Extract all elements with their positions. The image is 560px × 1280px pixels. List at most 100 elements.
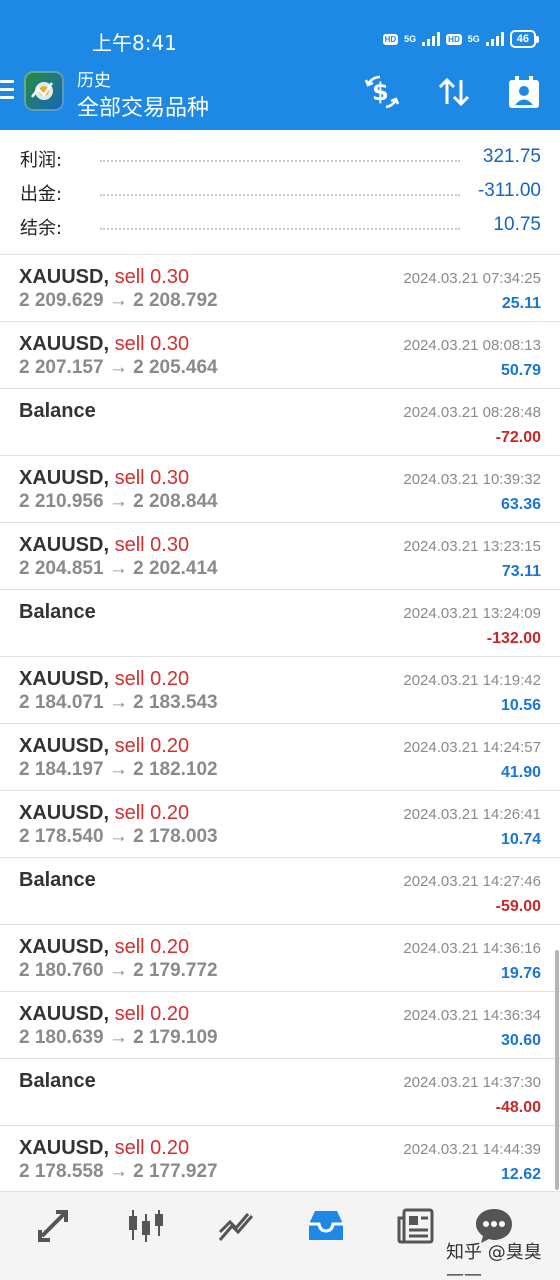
sort-button[interactable] [436,74,472,110]
balance-row[interactable]: Balance 2024.03.21 14:37:30 -48.00 [0,1058,560,1125]
menu-icon[interactable] [0,80,14,100]
deal-prices: 2 210.956 → 2 208.844 [19,491,218,513]
summary-block: 利润: 321.75 出金: -311.00 结余: 10.75 [0,140,560,242]
nav-trade[interactable] [216,1206,256,1246]
balance-row[interactable]: Balance 2024.03.21 13:24:09 -132.00 [0,589,560,656]
scrollbar[interactable] [555,950,559,1190]
deal-row[interactable]: XAUUSD, sell 0.20 2 184.197 → 2 182.102 20… [0,723,560,790]
deal-side: sell 0.20 [114,1137,190,1159]
deal-row[interactable]: XAUUSD, sell 0.30 2 207.157 → 2 205.464 20… [0,321,560,388]
deal-side: sell 0.20 [114,735,190,757]
deal-profit: 73.11 [501,563,541,580]
open-price: 2 180.639 [19,1027,104,1048]
close-price: 2 205.464 [133,357,218,378]
deal-symbol: XAUUSD [19,936,104,958]
deal-profit: 63.36 [500,496,541,513]
deal-profit: -72.00 [495,429,541,446]
deposit-withdraw-button[interactable]: $ [364,74,400,110]
deal-symbol-line: XAUUSD, sell 0.30 [19,534,189,557]
header-title[interactable]: 全部交易品种 [77,90,209,122]
app-header: 上午8:41 HD 5G HD 5G 46 历史 全部交易品种 $ [0,0,560,130]
chart-icon [129,1210,163,1242]
open-price: 2 210.956 [19,491,104,512]
close-price: 2 183.543 [133,692,218,713]
deal-symbol: XAUUSD [19,534,104,556]
deal-symbol: Balance [19,1070,96,1092]
deal-profit: 30.60 [500,1032,541,1049]
deal-datetime: 2024.03.21 08:08:13 [403,337,541,354]
summary-withdrawal-row: 出金: -311.00 [0,174,560,208]
deal-symbol-line: XAUUSD, sell 0.30 [19,467,189,490]
balance-row[interactable]: Balance 2024.03.21 14:27:46 -59.00 [0,857,560,924]
arrow-icon: → [108,1027,128,1048]
app-logo [24,71,64,111]
deal-row[interactable]: XAUUSD, sell 0.20 2 178.558 → 2 177.927 20… [0,1125,560,1192]
arrow-icon: → [108,491,128,512]
deal-row[interactable]: XAUUSD, sell 0.30 2 204.851 → 2 202.414 20… [0,522,560,589]
calendar-person-icon [509,76,539,108]
deal-symbol: Balance [19,869,96,891]
arrow-icon: → [108,692,128,713]
deal-symbol-line: Balance [19,601,96,624]
deal-separator: , [103,266,110,288]
close-price: 2 179.772 [133,960,218,981]
deal-prices: 2 180.639 → 2 179.109 [19,1027,218,1049]
deal-symbol: XAUUSD [19,1003,104,1025]
summary-label: 出金: [20,184,63,205]
deal-row[interactable]: XAUUSD, sell 0.20 2 180.760 → 2 179.772 20… [0,924,560,991]
deal-row[interactable]: XAUUSD, sell 0.20 2 178.540 → 2 178.003 20… [0,790,560,857]
deal-datetime: 2024.03.21 14:19:42 [403,672,541,689]
news-icon [397,1208,434,1244]
arrow-icon: → [108,759,128,780]
dollar-exchange-icon: $ [364,75,400,109]
deal-symbol-line: XAUUSD, sell 0.20 [19,802,189,825]
network-type-2: 5G [467,33,480,44]
balance-row[interactable]: Balance 2024.03.21 08:28:48 -72.00 [0,388,560,455]
close-price: 2 208.792 [133,290,218,311]
status-icons: HD 5G HD 5G 46 [382,30,540,48]
deal-prices: 2 204.851 → 2 202.414 [19,558,218,580]
nav-news[interactable] [396,1206,436,1246]
period-button[interactable] [506,74,542,110]
deal-separator: , [103,668,110,690]
open-price: 2 178.540 [19,826,104,847]
nav-chart[interactable] [126,1206,166,1246]
nav-quotes[interactable] [36,1206,76,1246]
deal-list: XAUUSD, sell 0.30 2 209.629 → 2 208.792 20… [0,254,560,1192]
deal-prices: 2 184.197 → 2 182.102 [19,759,218,781]
deal-row[interactable]: XAUUSD, sell 0.20 2 184.071 → 2 183.543 20… [0,656,560,723]
deal-profit: 10.56 [500,697,541,714]
deal-separator: , [103,1137,110,1159]
close-price: 2 208.844 [133,491,218,512]
deal-symbol-line: Balance [19,1070,96,1093]
deal-prices: 2 178.558 → 2 177.927 [19,1161,218,1183]
deal-side: sell 0.30 [114,266,190,288]
deal-symbol-line: XAUUSD, sell 0.20 [19,1003,189,1026]
dotted-leader [100,194,460,196]
deal-prices: 2 178.540 → 2 178.003 [19,826,218,848]
deal-symbol: Balance [19,400,96,422]
deal-profit: 50.79 [500,362,541,379]
deal-side: sell 0.30 [114,534,190,556]
close-price: 2 182.102 [133,759,218,780]
trade-icon [218,1213,254,1241]
deal-row[interactable]: XAUUSD, sell 0.30 2 210.956 → 2 208.844 20… [0,455,560,522]
deal-separator: , [103,936,110,958]
close-price: 2 177.927 [133,1161,218,1182]
deal-profit: -48.00 [495,1099,541,1116]
deal-row[interactable]: XAUUSD, sell 0.30 2 209.629 → 2 208.792 20… [0,254,560,321]
deal-datetime: 2024.03.21 10:39:32 [403,471,541,488]
deal-profit: 19.76 [500,965,541,982]
summary-value: 321.75 [482,146,541,167]
deal-symbol-line: XAUUSD, sell 0.20 [19,735,189,758]
deal-row[interactable]: XAUUSD, sell 0.20 2 180.639 → 2 179.109 20… [0,991,560,1058]
nav-history[interactable] [306,1206,346,1246]
close-price: 2 179.109 [133,1027,218,1048]
deal-symbol: XAUUSD [19,333,104,355]
open-price: 2 207.157 [19,357,104,378]
signal-icon-2 [485,32,504,46]
deal-separator: , [103,333,110,355]
deal-separator: , [103,1003,110,1025]
deal-datetime: 2024.03.21 07:34:25 [403,270,541,287]
deal-prices: 2 207.157 → 2 205.464 [19,357,218,379]
